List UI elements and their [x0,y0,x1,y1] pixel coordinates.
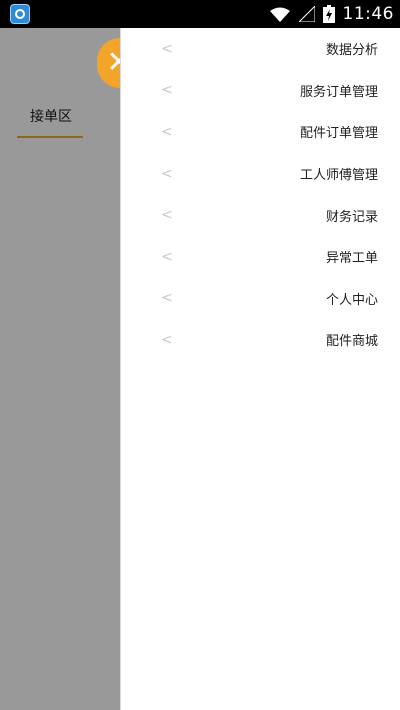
menu-item-label: 个人中心 [325,292,378,308]
drawer-menu: < 数据分析 < 服务订单管理 < 配件订单管理 < 工人师傅管理 < 财务记录… [121,28,400,361]
wifi-icon [269,6,291,22]
status-time: 11:46 [342,4,394,24]
chevron-left-icon: < [161,290,173,307]
menu-item-label: 配件商城 [325,334,378,350]
status-right: 11:46 [269,0,395,28]
menu-item-workers[interactable]: < 工人师傅管理 [121,153,400,195]
app-launcher-icon [10,4,30,24]
menu-item-profile[interactable]: < 个人中心 [121,278,400,320]
menu-item-label: 异常工单 [325,251,378,267]
side-drawer: < 数据分析 < 服务订单管理 < 配件订单管理 < 工人师傅管理 < 财务记录… [121,28,400,710]
menu-item-parts-orders[interactable]: < 配件订单管理 [121,111,400,153]
menu-item-label: 服务订单管理 [299,84,378,100]
battery-icon [322,5,335,23]
menu-item-data-analysis[interactable]: < 数据分析 [121,28,400,70]
chevron-left-icon: < [161,123,173,140]
menu-item-label: 数据分析 [325,43,378,59]
chevron-left-icon: < [161,207,173,224]
tab-order-zone[interactable]: 接单区 [30,106,72,126]
chevron-left-icon: < [161,82,173,99]
chevron-left-icon: < [161,40,173,57]
chevron-left-icon: < [161,165,173,182]
menu-item-parts-mall[interactable]: < 配件商城 [121,319,400,361]
left-panel[interactable] [0,28,120,710]
menu-item-label: 工人师傅管理 [299,168,378,184]
tab-underline [17,136,83,138]
menu-item-finance[interactable]: < 财务记录 [121,194,400,236]
menu-item-label: 财务记录 [325,209,378,225]
menu-item-label: 配件订单管理 [299,126,378,142]
signal-icon [298,6,315,22]
menu-item-service-orders[interactable]: < 服务订单管理 [121,70,400,112]
chevron-left-icon: < [161,248,173,265]
menu-item-abnormal-orders[interactable]: < 异常工单 [121,236,400,278]
status-bar: 11:46 [0,0,400,28]
chevron-left-icon: < [161,331,173,348]
